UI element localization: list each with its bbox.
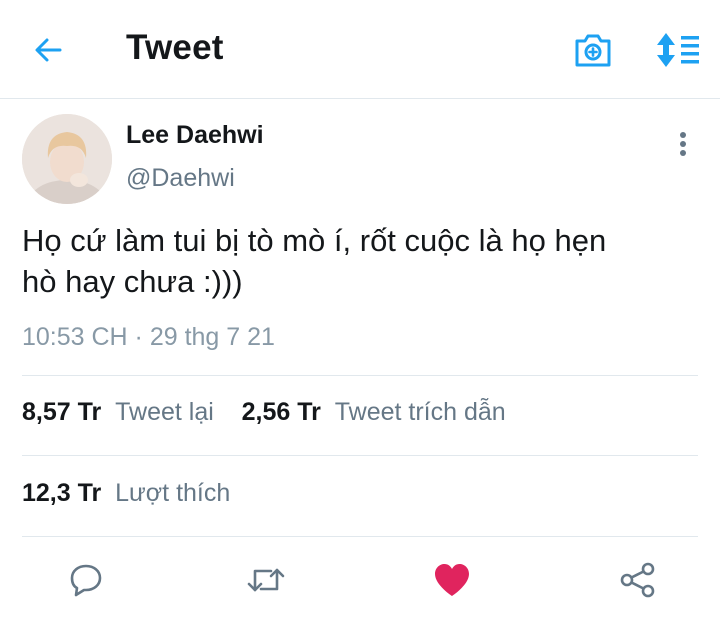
share-button[interactable] xyxy=(616,558,660,602)
page-title: Tweet xyxy=(126,28,224,67)
camera-icon xyxy=(575,34,611,67)
retweets-label: Tweet lại xyxy=(115,398,214,426)
quotes-label: Tweet trích dẫn xyxy=(334,398,506,426)
tweet-timestamp: 10:53 CH · 29 thg 7 21 xyxy=(22,323,275,351)
tweet-text-line: Họ cứ làm tui bị tò mò í, rốt cuộc là họ… xyxy=(22,223,607,258)
reply-button[interactable] xyxy=(64,558,108,602)
divider xyxy=(22,455,698,456)
author-handle[interactable]: @Daehwi xyxy=(126,164,235,193)
sort-button[interactable] xyxy=(652,28,702,72)
camera-button[interactable] xyxy=(572,30,614,70)
heart-filled-icon xyxy=(435,564,469,596)
top-bar: Tweet xyxy=(0,0,720,99)
reply-icon xyxy=(70,564,102,597)
more-vertical-icon xyxy=(680,132,686,156)
engagement-stats: 8,57 Tr Tweet lại 2,56 Tr Tweet trích dẫ… xyxy=(22,398,506,427)
arrow-left-icon xyxy=(35,38,62,62)
divider xyxy=(22,375,698,376)
sort-icon xyxy=(657,33,699,67)
likes-stats: 12,3 Tr Lượt thích xyxy=(22,479,230,508)
back-button[interactable] xyxy=(30,32,66,68)
author-display-name[interactable]: Lee Daehwi xyxy=(126,121,264,150)
quotes-count: 2,56 Tr xyxy=(241,398,321,426)
tweet-text-line: hò hay chưa :))) xyxy=(22,264,243,299)
avatar[interactable] xyxy=(22,114,112,204)
likes-label: Lượt thích xyxy=(115,479,231,507)
divider xyxy=(22,536,698,537)
likes-count: 12,3 Tr xyxy=(22,479,102,507)
more-options-button[interactable] xyxy=(670,128,696,160)
like-button[interactable] xyxy=(430,558,474,602)
tweet-actions xyxy=(0,540,720,616)
quotes-stat[interactable]: 2,56 Tr Tweet trích dẫn xyxy=(242,398,506,427)
retweet-icon xyxy=(247,568,285,592)
likes-stat[interactable]: 12,3 Tr Lượt thích xyxy=(22,479,230,508)
retweets-stat[interactable]: 8,57 Tr Tweet lại xyxy=(22,398,214,427)
retweet-button[interactable] xyxy=(244,558,288,602)
profile-photo xyxy=(22,114,112,204)
retweets-count: 8,57 Tr xyxy=(22,398,102,426)
share-icon xyxy=(620,562,655,598)
tweet-text: Họ cứ làm tui bị tò mò í, rốt cuộc là họ… xyxy=(22,220,702,302)
